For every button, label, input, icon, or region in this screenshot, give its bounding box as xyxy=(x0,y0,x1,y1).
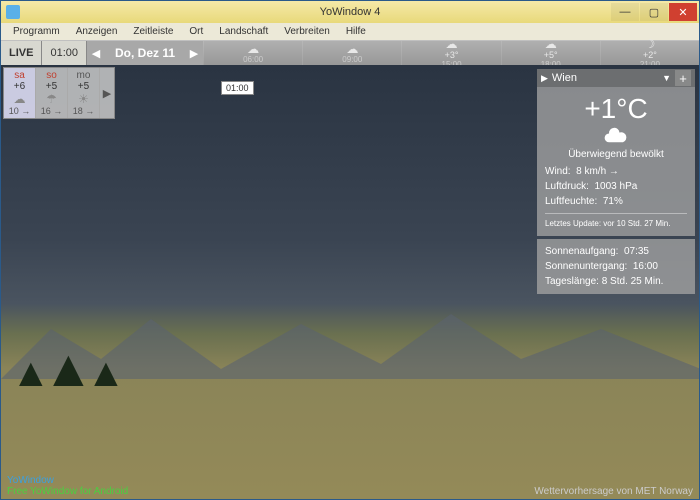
menu-programm[interactable]: Programm xyxy=(5,24,68,39)
landscape-view[interactable]: ▲▲▲ sa +6 ☁ 10 → so +5 ☂ 16 → mo +5 ☀ 18… xyxy=(1,65,699,499)
time-badge: 01:00 xyxy=(221,81,254,95)
timeline-slot[interactable]: ☁06:00 xyxy=(203,41,302,65)
credit-text: Wettervorhersage von MET Norway xyxy=(534,486,693,497)
forecast-day[interactable]: so +5 ☂ 16 → xyxy=(36,68,68,118)
sun-panel: Sonnenaufgang: 07:35 Sonnenuntergang: 16… xyxy=(537,239,695,294)
menu-ort[interactable]: Ort xyxy=(181,24,211,39)
current-temp: +1°C xyxy=(545,93,687,125)
menubar: Programm Anzeigen Zeitleiste Ort Landsch… xyxy=(1,23,699,41)
cloud-icon: ☁ xyxy=(446,38,458,50)
update-value: vor 10 Std. 27 Min. xyxy=(603,219,670,228)
window-title: YoWindow 4 xyxy=(1,6,699,18)
menu-verbreiten[interactable]: Verbreiten xyxy=(276,24,338,39)
cloud-icon: ☁ xyxy=(6,92,33,106)
maximize-button[interactable]: ▢ xyxy=(640,3,668,21)
info-panel: ▶ Wien ▼ + +1°C Überwiegend bewölkt Wind… xyxy=(537,69,695,294)
minimize-button[interactable]: — xyxy=(611,3,639,21)
chevron-right-icon: ▶ xyxy=(541,73,548,84)
timeline-slot[interactable]: ☽+2°21:00 xyxy=(600,41,699,65)
condition-text: Überwiegend bewölkt xyxy=(545,149,687,160)
next-day-button[interactable]: ▶ xyxy=(185,41,203,65)
timeline[interactable]: ☁06:00 ☁09:00 ☁+3°15:00 ☁+5°18:00 ☽+2°21… xyxy=(203,41,699,65)
live-button[interactable]: LIVE xyxy=(1,41,42,65)
yowindow-link[interactable]: YoWindow xyxy=(7,475,693,486)
forecast-day[interactable]: mo +5 ☀ 18 → xyxy=(68,68,100,118)
trees-graphic: ▲▲▲ xyxy=(11,339,118,399)
cloud-icon xyxy=(602,127,630,147)
rain-icon: ☂ xyxy=(38,92,65,106)
cloud-icon: ☁ xyxy=(247,43,259,55)
menu-anzeigen[interactable]: Anzeigen xyxy=(68,24,126,39)
menu-landschaft[interactable]: Landschaft xyxy=(211,24,276,39)
location-bar[interactable]: ▶ Wien ▼ + xyxy=(537,69,695,87)
forecast-panel: sa +6 ☁ 10 → so +5 ☂ 16 → mo +5 ☀ 18 → ▶ xyxy=(3,67,115,119)
humidity-value: 71% xyxy=(603,196,623,207)
toolbar-clock: 01:00 xyxy=(42,41,87,65)
cloud-icon: ☁ xyxy=(346,43,358,55)
close-button[interactable]: ✕ xyxy=(669,3,697,21)
toolbar-date: Do, Dez 11 xyxy=(105,41,185,65)
location-dropdown-icon[interactable]: ▼ xyxy=(662,73,671,83)
sunrise-value: 07:35 xyxy=(624,246,649,257)
menu-zeitleiste[interactable]: Zeitleiste xyxy=(125,24,181,39)
sunset-value: 16:00 xyxy=(633,261,658,272)
forecast-day[interactable]: sa +6 ☁ 10 → xyxy=(4,68,36,118)
add-location-button[interactable]: + xyxy=(675,70,691,86)
footer: YoWindow Free YoWindow for Android Wette… xyxy=(1,473,699,499)
location-name: Wien xyxy=(552,72,577,84)
timeline-slot[interactable]: ☁+5°18:00 xyxy=(501,41,600,65)
wind-value: 8 km/h → xyxy=(576,166,619,177)
titlebar: YoWindow 4 — ▢ ✕ xyxy=(1,1,699,23)
forecast-next-button[interactable]: ▶ xyxy=(100,68,114,118)
menu-hilfe[interactable]: Hilfe xyxy=(338,24,374,39)
pressure-value: 1003 hPa xyxy=(594,181,637,192)
daylength-value: 8 Std. 25 Min. xyxy=(602,276,664,287)
sun-icon: ☀ xyxy=(70,92,97,106)
prev-day-button[interactable]: ◀ xyxy=(87,41,105,65)
timeline-slot[interactable]: ☁09:00 xyxy=(302,41,401,65)
cloud-icon: ☁ xyxy=(545,38,557,50)
moon-icon: ☽ xyxy=(645,38,656,50)
timeline-slot[interactable]: ☁+3°15:00 xyxy=(401,41,500,65)
toolbar: LIVE 01:00 ◀ Do, Dez 11 ▶ ☁06:00 ☁09:00 … xyxy=(1,41,699,65)
